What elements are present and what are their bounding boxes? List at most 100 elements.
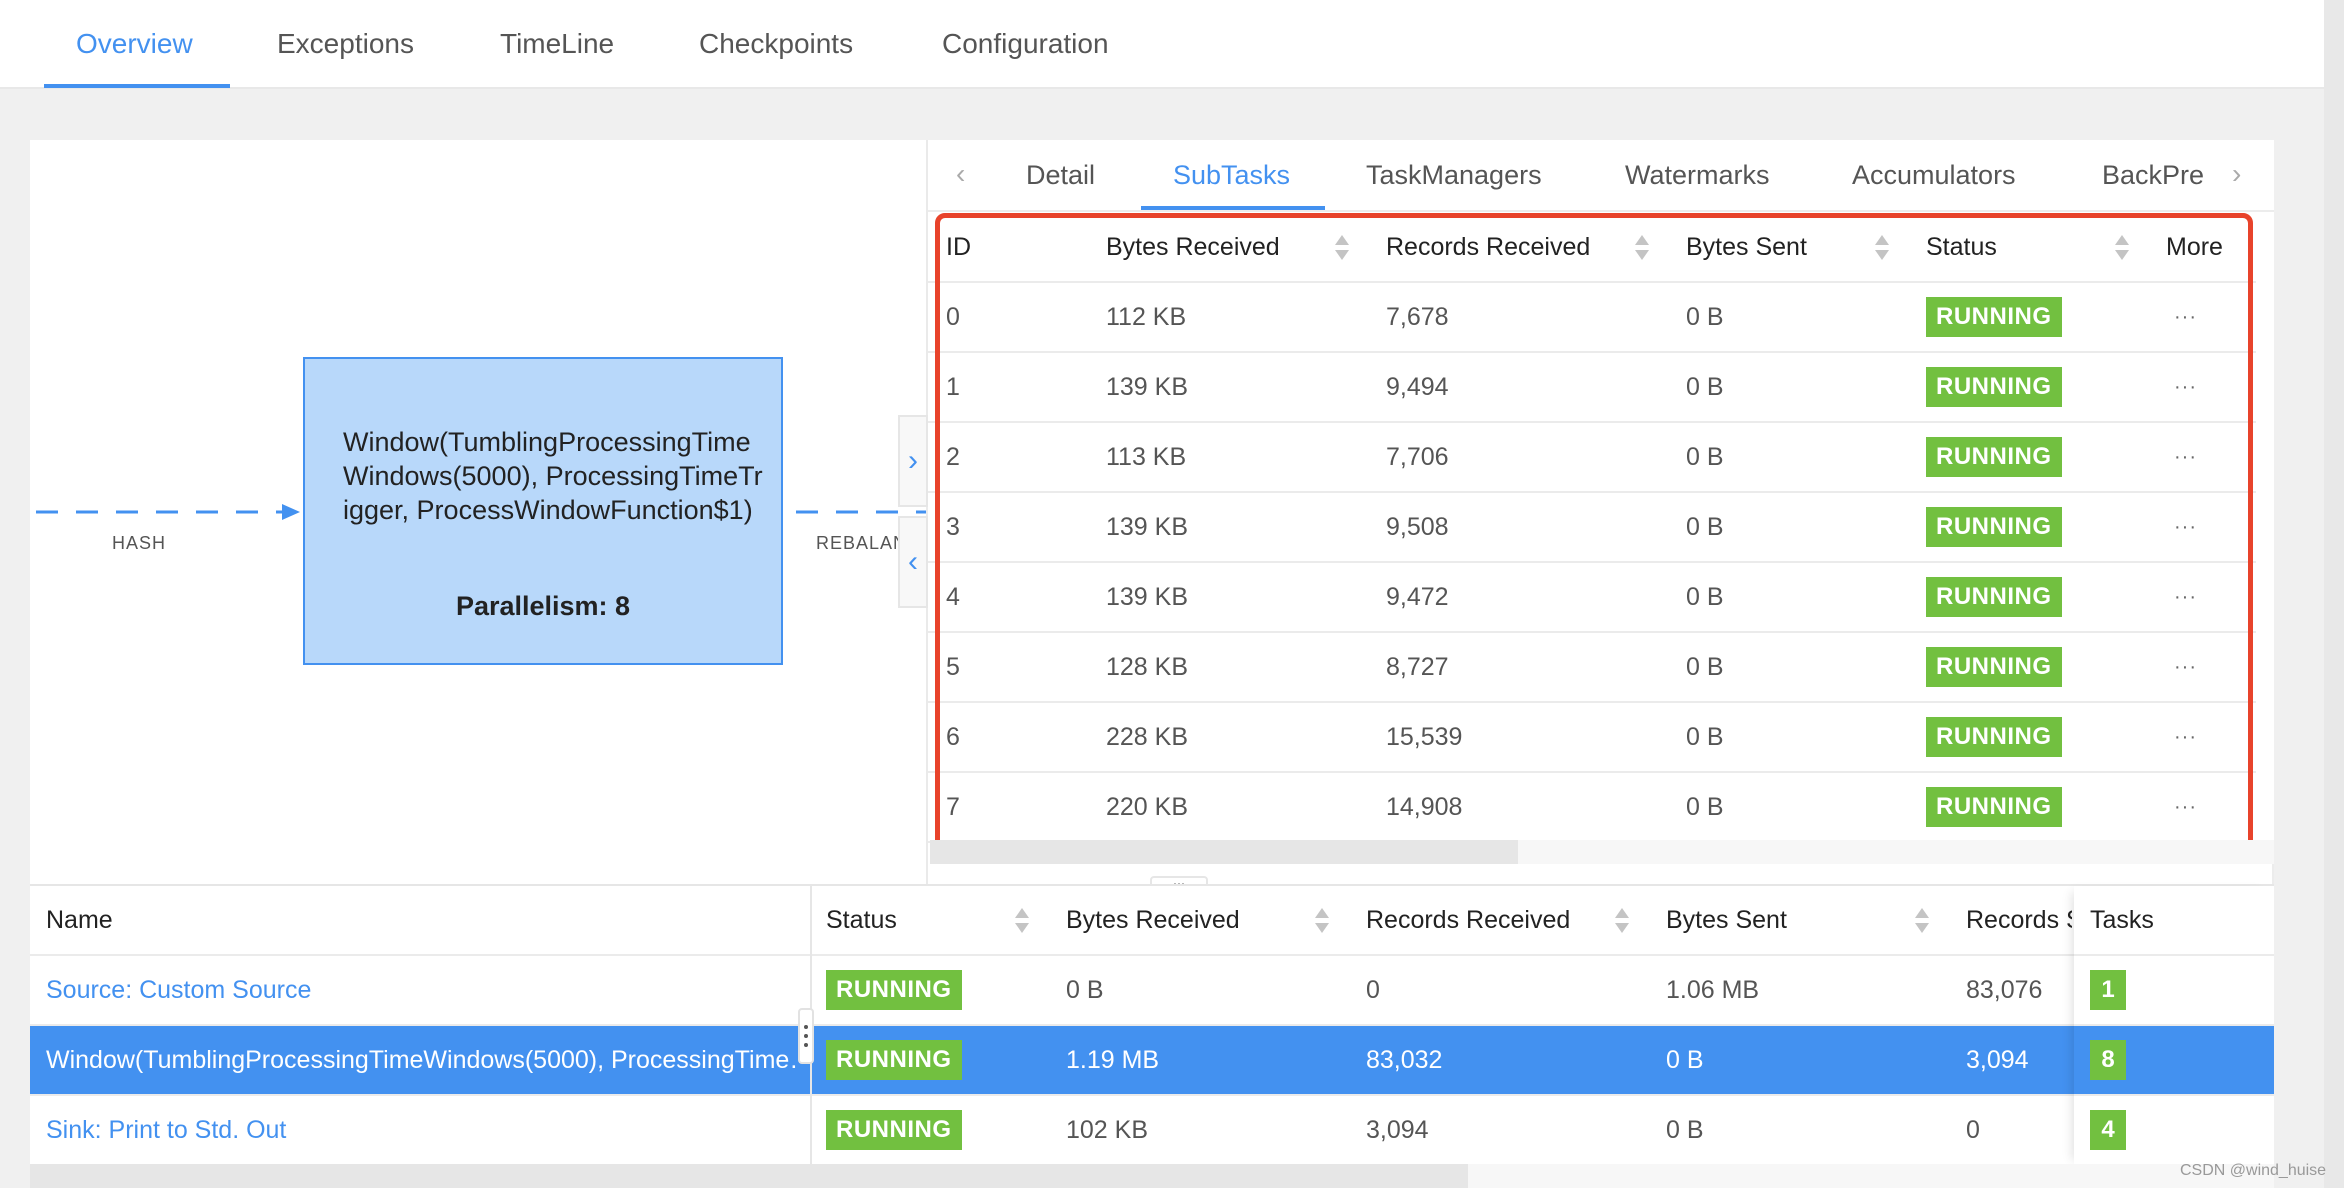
chevron-left-icon: ‹ [956,158,966,189]
column-resize-handle[interactable] [798,1008,814,1064]
more-options-icon[interactable]: ··· [2174,586,2197,609]
panel-tab-taskmanagers[interactable]: TaskManagers [1366,160,1542,191]
col-header-bytes-received[interactable]: Bytes Received [1066,886,1240,954]
panel-tab-detail[interactable]: Detail [1026,160,1095,191]
col-header-records-received[interactable]: Records Received [1386,213,1590,281]
job-graph[interactable]: HASH REBALANCE Window(TumblingProcessing… [30,140,928,884]
cell-bytes-sent: 0 B [1686,512,1724,541]
tabs-next-button[interactable]: › [2232,158,2241,190]
vertex-name-link[interactable]: Source: Custom Source [46,976,311,1005]
col-header-records-received[interactable]: Records Received [1366,886,1570,954]
subtask-row[interactable]: 5 128 KB 8,727 0 B RUNNING ··· [928,633,2256,703]
sort-icon[interactable] [2114,235,2130,263]
status-badge: RUNNING [1926,717,2062,757]
subtask-row[interactable]: 2 113 KB 7,706 0 B RUNNING ··· [928,423,2256,493]
node-title: Window(TumblingProcessingTimeWindows(500… [343,427,763,525]
sort-icon[interactable] [1874,235,1890,263]
cell-bytes-sent: 0 B [1686,372,1724,401]
col-header-records-sent[interactable]: Records Sent [1966,886,2072,954]
vertex-name-link[interactable]: Window(TumblingProcessingTimeWindows(500… [46,1046,798,1075]
cell-name: Window(TumblingProcessingTimeWindows(500… [46,1026,798,1094]
tab-checkpoints[interactable]: Checkpoints [699,28,853,60]
vertex-row[interactable]: Sink: Print to Std. Out RUNNING 102 KB 3,09… [30,1096,2274,1166]
chevron-left-icon: ‹ [908,545,918,578]
more-options-icon[interactable]: ··· [2174,796,2197,819]
panel-tab-subtasks[interactable]: SubTasks [1173,160,1290,191]
cell-bytes-received: 139 KB [1106,372,1189,401]
sort-icon[interactable] [1914,908,1930,936]
cell-records-received: 9,494 [1386,372,1449,401]
sort-icon[interactable] [1014,908,1030,936]
cell-more: ··· [2174,283,2197,351]
subtask-row[interactable]: 7 220 KB 14,908 0 B RUNNING ··· [928,773,2256,843]
more-options-icon[interactable]: ··· [2174,306,2197,329]
subtask-row[interactable]: 6 228 KB 15,539 0 B RUNNING ··· [928,703,2256,773]
sort-icon[interactable] [1634,235,1650,263]
cell-id: 6 [946,722,960,751]
cell-status: RUNNING [1926,493,2062,561]
col-header-id: ID [946,232,971,261]
more-options-icon[interactable]: ··· [2174,516,2197,539]
expand-panel-button[interactable]: › [898,415,928,507]
subtask-row[interactable]: 4 139 KB 9,472 0 B RUNNING ··· [928,563,2256,633]
cell-more: ··· [2174,773,2197,841]
cell-id: 3 [946,512,960,541]
tabs-prev-button[interactable]: ‹ [956,158,965,190]
more-options-icon[interactable]: ··· [2174,376,2197,399]
cell-records-sent: 0 [1966,1115,1980,1144]
tab-configuration[interactable]: Configuration [942,28,1109,60]
cell-name: Sink: Print to Std. Out [46,1096,798,1164]
panel-tab-backpressure[interactable]: BackPre [2102,160,2204,191]
cell-id: 1 [946,372,960,401]
subtask-row[interactable]: 3 139 KB 9,508 0 B RUNNING ··· [928,493,2256,563]
cell-status: RUNNING [826,956,962,1024]
vertices-horizontal-scrollbar[interactable] [30,1164,2274,1188]
tab-timeline[interactable]: TimeLine [500,28,614,60]
scrollbar-thumb[interactable] [30,1164,1468,1188]
cell-status: RUNNING [826,1096,962,1164]
watermark: CSDN @wind_huise [2180,1162,2327,1179]
scrollbar-thumb[interactable] [930,840,1518,864]
subtask-row[interactable]: 0 112 KB 7,678 0 B RUNNING ··· [928,283,2256,353]
chevron-right-icon: › [908,444,918,477]
col-header-status[interactable]: Status [1926,213,1997,281]
job-tabs-bar: Overview Exceptions TimeLine Checkpoints… [0,0,2324,89]
cell-bytes-sent: 0 B [1686,792,1724,821]
tab-exceptions[interactable]: Exceptions [277,28,414,60]
cell-status: RUNNING [1926,633,2062,701]
status-badge: RUNNING [1926,647,2062,687]
graph-node-window[interactable]: Window(TumblingProcessingTimeWindows(500… [303,357,783,665]
cell-status: RUNNING [1926,283,2062,351]
col-header-status[interactable]: Status [826,886,897,954]
page-scrollbar[interactable] [2324,0,2344,1188]
cell-bytes-sent: 0 B [1666,1115,1704,1144]
cell-more: ··· [2174,353,2197,421]
vertex-detail-panel: ‹ Detail SubTasks TaskManagers Watermark… [928,140,2274,864]
more-options-icon[interactable]: ··· [2174,726,2197,749]
cell-records-sent: 83,076 [1966,975,2043,1004]
sort-icon[interactable] [1614,908,1630,936]
collapse-panel-button[interactable]: ‹ [898,516,928,608]
vertex-row[interactable]: Source: Custom Source RUNNING 0 B 0 1.06 MB 8… [30,956,2274,1026]
cell-bytes-received: 1.19 MB [1066,1045,1160,1074]
vertex-row[interactable]: Window(TumblingProcessingTimeWindows(500… [30,1026,2274,1096]
col-header-name: Name [46,905,113,934]
col-header-bytes-sent[interactable]: Bytes Sent [1686,213,1807,281]
cell-tasks: 4 [2090,1096,2126,1164]
panel-tab-watermarks[interactable]: Watermarks [1625,160,1770,191]
more-options-icon[interactable]: ··· [2174,446,2197,469]
status-badge: RUNNING [1926,507,2062,547]
more-options-icon[interactable]: ··· [2174,656,2197,679]
tab-overview[interactable]: Overview [76,28,193,60]
cell-records-received: 14,908 [1386,792,1463,821]
sort-icon[interactable] [1314,908,1330,936]
col-header-bytes-received[interactable]: Bytes Received [1106,213,1280,281]
panel-tab-accumulators[interactable]: Accumulators [1852,160,2016,191]
vertex-name-link[interactable]: Sink: Print to Std. Out [46,1116,286,1145]
tasks-count-badge: 4 [2090,1110,2126,1150]
subtasks-horizontal-scrollbar[interactable] [930,840,2274,864]
subtask-row[interactable]: 1 139 KB 9,494 0 B RUNNING ··· [928,353,2256,423]
cell-more: ··· [2174,703,2197,771]
sort-icon[interactable] [1334,235,1350,263]
col-header-bytes-sent[interactable]: Bytes Sent [1666,886,1787,954]
